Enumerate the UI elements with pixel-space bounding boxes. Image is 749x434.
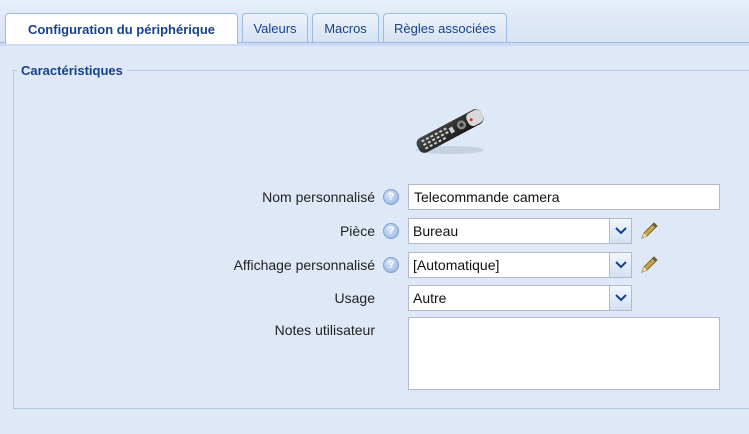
- usage-select[interactable]: Autre: [408, 285, 632, 311]
- room-edit-pencil-icon[interactable]: [638, 220, 660, 242]
- tab-values[interactable]: Valeurs: [242, 13, 308, 43]
- name-label: Nom personnalisé: [262, 189, 375, 205]
- room-label: Pièce: [339, 223, 375, 239]
- tab-label: Valeurs: [253, 21, 297, 36]
- room-help-icon[interactable]: ?: [383, 223, 399, 239]
- usage-select-value: Autre: [413, 290, 447, 306]
- name-help-icon[interactable]: ?: [383, 189, 399, 205]
- chevron-down-icon[interactable]: [609, 286, 631, 310]
- name-input[interactable]: [408, 184, 720, 210]
- display-help-icon[interactable]: ?: [383, 257, 399, 273]
- chevron-down-icon[interactable]: [609, 219, 631, 243]
- remote-control-icon: [416, 109, 484, 154]
- tab-strip: Configuration du périphérique Valeurs Ma…: [0, 0, 749, 44]
- display-label: Affichage personnalisé: [233, 257, 375, 273]
- room-select[interactable]: Bureau: [408, 218, 632, 244]
- fieldset-legend: Caractéristiques: [17, 63, 127, 78]
- display-edit-pencil-icon[interactable]: [638, 254, 660, 276]
- chevron-down-icon[interactable]: [609, 253, 631, 277]
- tab-label: Macros: [324, 21, 367, 36]
- tab-associated-rules[interactable]: Règles associées: [383, 13, 507, 43]
- tab-device-configuration[interactable]: Configuration du périphérique: [5, 13, 238, 44]
- tab-macros[interactable]: Macros: [312, 13, 379, 43]
- room-select-value: Bureau: [413, 223, 459, 239]
- notes-textarea[interactable]: [408, 317, 720, 390]
- usage-label: Usage: [334, 290, 375, 306]
- tab-label: Règles associées: [394, 21, 496, 36]
- display-select-value: [Automatique]: [413, 257, 500, 273]
- display-select[interactable]: [Automatique]: [408, 252, 632, 278]
- notes-label: Notes utilisateur: [274, 322, 375, 338]
- tab-label: Configuration du périphérique: [27, 21, 216, 37]
